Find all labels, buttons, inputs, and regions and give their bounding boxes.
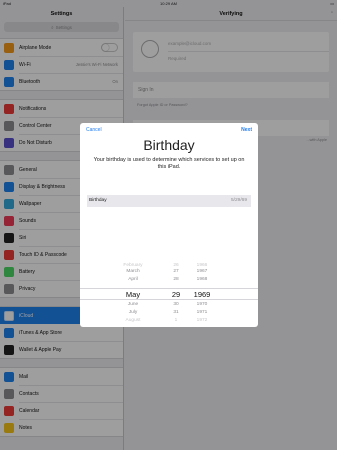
picker-day: 27 [173, 269, 179, 274]
picker-month: February [123, 263, 143, 268]
dialog-title: Birthday [143, 137, 195, 153]
birthday-dialog: Cancel Next Birthday Your birthday is us… [80, 123, 258, 327]
picker-selection-top [80, 288, 258, 289]
picker-month: June [127, 302, 139, 307]
picker-selection-bottom [80, 299, 258, 300]
picker-month: July [128, 310, 138, 315]
picker-year: 1971 [196, 310, 208, 315]
picker-year: 1966 [196, 263, 208, 268]
birthday-field[interactable]: Birthday 5/29/69 [87, 195, 251, 207]
cancel-button[interactable]: Cancel [86, 127, 102, 133]
picker-year: 1970 [196, 302, 208, 307]
birthday-label: Birthday [89, 198, 107, 203]
picker-year: 1967 [196, 269, 208, 274]
picker-day: 28 [173, 277, 179, 282]
picker-day: 1 [174, 318, 178, 323]
picker-day: 30 [173, 302, 179, 307]
picker-day: 31 [173, 310, 179, 315]
dialog-description: Your birthday is used to determine which… [93, 157, 245, 170]
picker-month: May [125, 290, 141, 299]
picker-year: 1968 [196, 277, 208, 282]
picker-day: 26 [173, 263, 179, 268]
picker-year: 1969 [193, 290, 211, 299]
picker-day: 29 [171, 290, 181, 299]
date-picker[interactable]: February 26 1966 March 27 1967 April 28 1968 May 2… [80, 263, 258, 327]
next-button[interactable]: Next [241, 127, 252, 133]
picker-month: August [125, 318, 141, 323]
picker-month: April [128, 277, 138, 282]
picker-year: 1972 [196, 318, 208, 323]
picker-month: March [126, 269, 140, 274]
birthday-value: 5/29/69 [230, 198, 247, 203]
